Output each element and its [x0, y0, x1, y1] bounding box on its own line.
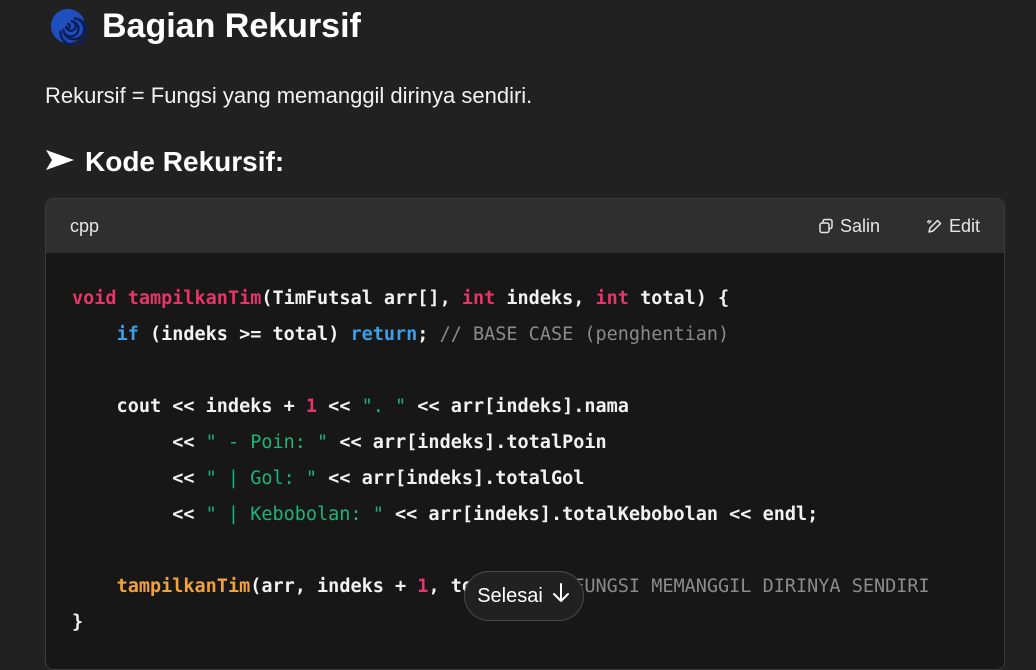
edit-label: Edit: [948, 215, 980, 236]
arrow-down-icon: [551, 582, 571, 610]
section-heading: Bagian Rekursif: [48, 6, 361, 46]
code-line: if (indeks >= total) return; // BASE CAS…: [116, 324, 730, 345]
code-header: cpp Salin Edit: [46, 199, 1004, 253]
spiral-icon: [48, 6, 88, 46]
subsection-heading: Kode Rekursif:: [45, 146, 284, 178]
code-line: }: [72, 612, 84, 633]
code-line: << " - Poin: " << arr[indeks].totalPoin: [72, 432, 607, 453]
copy-icon: [818, 218, 834, 234]
arrow-right-icon: [45, 148, 75, 176]
section-title: Bagian Rekursif: [102, 6, 361, 45]
code-line: << " | Gol: " << arr[indeks].totalGol: [72, 468, 585, 489]
code-line: cout << indeks + 1 << ". " << arr[indeks…: [72, 396, 629, 417]
code-actions: Salin Edit: [818, 216, 980, 237]
code-line: void tampilkanTim(TimFutsal arr[], int i…: [72, 288, 730, 309]
section-description: Rekursif = Fungsi yang memanggil dirinya…: [45, 83, 533, 108]
code-language: cpp: [70, 215, 100, 236]
done-label: Selesai: [477, 584, 543, 607]
pencil-icon: [926, 218, 943, 235]
done-button[interactable]: Selesai: [464, 571, 584, 621]
subsection-title: Kode Rekursif:: [85, 146, 285, 177]
copy-label: Salin: [839, 215, 880, 236]
edit-button[interactable]: Edit: [926, 216, 980, 237]
copy-button[interactable]: Salin: [818, 216, 880, 237]
code-line: << " | Kebobolan: " << arr[indeks].total…: [72, 504, 819, 525]
